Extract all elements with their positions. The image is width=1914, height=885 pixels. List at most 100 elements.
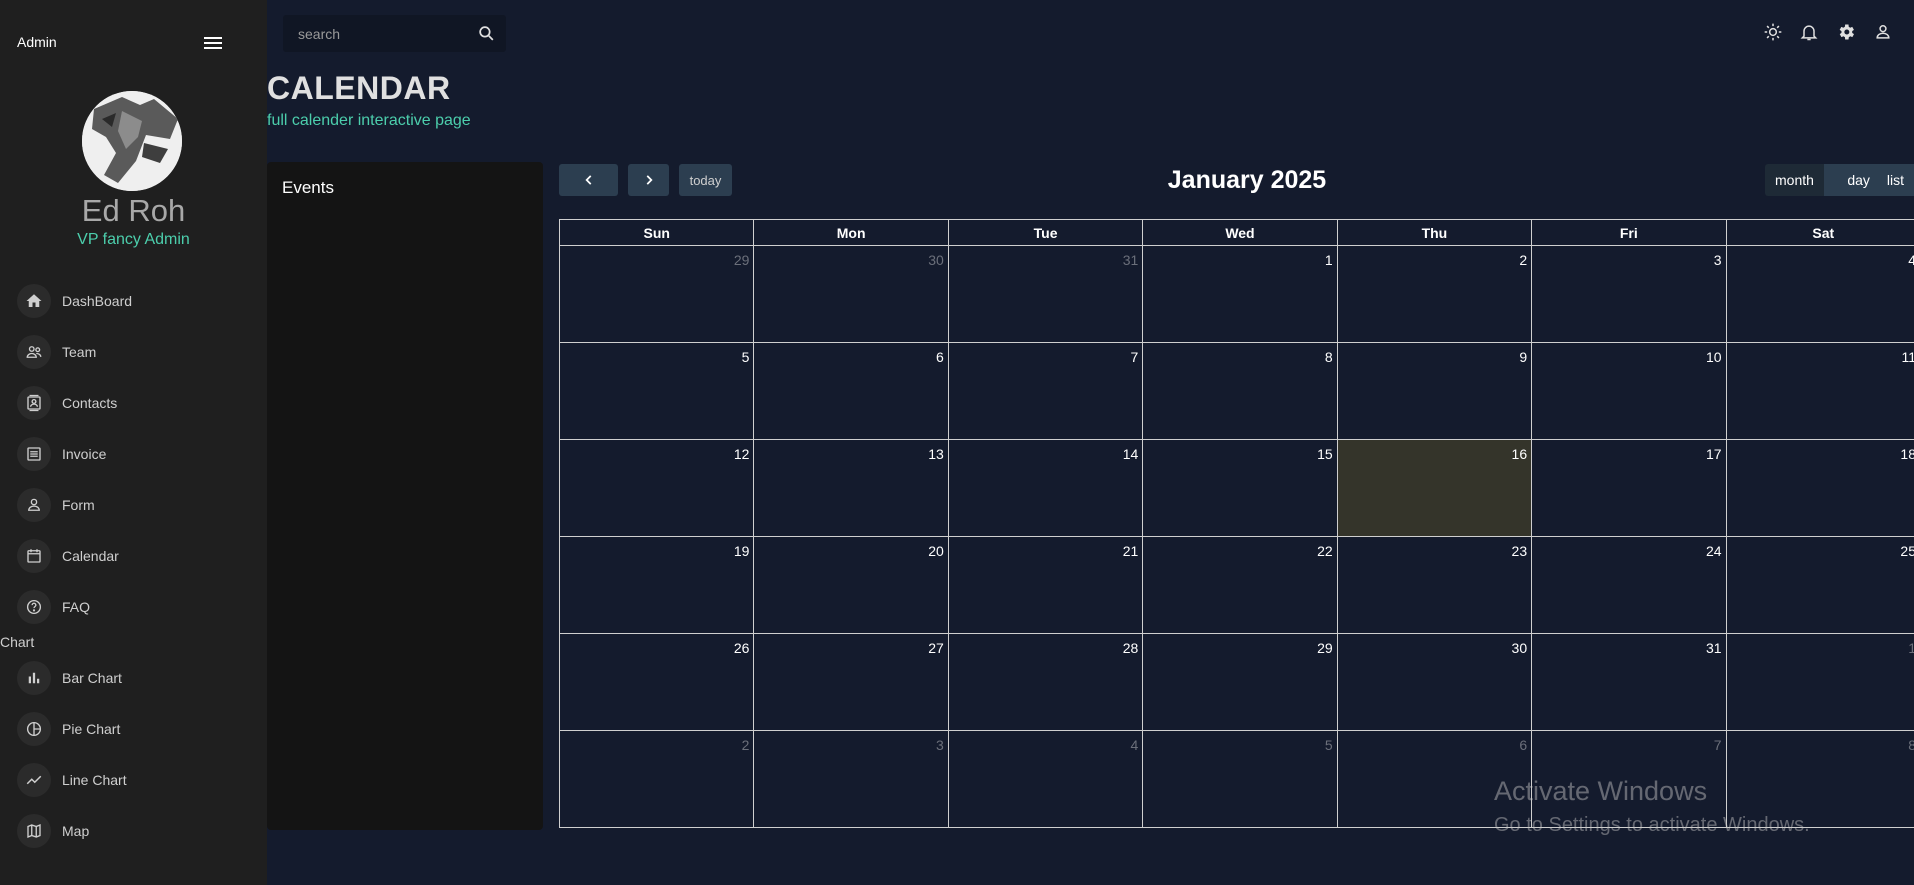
calendar-day-cell[interactable]: 18 [1725, 439, 1914, 537]
calendar-day-cell[interactable]: 13 [753, 439, 949, 537]
calendar-day-cell[interactable]: 2 [558, 730, 755, 828]
search-input[interactable] [283, 25, 468, 42]
view-month-button[interactable]: month [1765, 164, 1824, 196]
sidebar-item-map[interactable]: Map [17, 813, 89, 849]
calendar-title: January 2025 [1167, 166, 1327, 194]
page-subtitle: full calender interactive page [267, 112, 471, 129]
calendar-day-cell[interactable]: 30 [753, 245, 949, 343]
calendar-day-cell[interactable]: 22 [1142, 536, 1338, 634]
calendar-day-cell[interactable]: 30 [1336, 633, 1533, 731]
sidebar-item-label: Team [62, 344, 97, 360]
calendar-day-cell[interactable]: 10 [1531, 342, 1727, 440]
calendar-day-cell[interactable]: 3 [753, 730, 949, 828]
calendar-day-cell[interactable]: 2 [1336, 245, 1533, 343]
profile-icon[interactable] [1873, 22, 1893, 42]
weekday-header: Thu [1336, 219, 1533, 246]
calendar-day-cell[interactable]: 27 [753, 633, 949, 731]
invoice-icon [17, 437, 51, 471]
sidebar-item-pie-chart[interactable]: Pie Chart [17, 711, 120, 747]
notifications-icon[interactable] [1799, 22, 1819, 42]
calendar-day-cell[interactable]: 7 [947, 342, 1144, 440]
calendar-day-cell[interactable]: 16 [1336, 439, 1533, 537]
settings-icon[interactable] [1836, 22, 1856, 42]
chevron-right-icon [646, 175, 653, 185]
sidebar-item-faq[interactable]: FAQ [17, 589, 90, 625]
map-icon [17, 814, 51, 848]
sidebar-item-line-chart[interactable]: Line Chart [17, 762, 127, 798]
calendar-week-row: 29 30 31 1 2 3 4 [558, 245, 1914, 343]
sidebar-item-label: Contacts [62, 395, 118, 411]
help-icon [17, 590, 51, 624]
weekday-header: Sun [558, 219, 755, 246]
next-button[interactable] [628, 164, 669, 196]
view-list-button[interactable]: list [1874, 164, 1914, 196]
weekday-header: Sat [1725, 219, 1914, 246]
calendar-day-cell[interactable]: 15 [1142, 439, 1338, 537]
sidebar-item-form[interactable]: Form [17, 487, 95, 523]
sidebar-item-label: FAQ [62, 599, 91, 615]
calendar-day-cell[interactable]: 31 [1531, 633, 1727, 731]
page-title: CALENDAR [267, 70, 451, 106]
calendar-week-row: 5 6 7 8 9 10 11 [558, 342, 1914, 440]
calendar-day-cell[interactable]: 17 [1531, 439, 1727, 537]
calendar-day-cell[interactable]: 21 [947, 536, 1144, 634]
calendar-day-cell[interactable]: 28 [947, 633, 1144, 731]
person-icon [17, 488, 51, 522]
calendar-day-cell[interactable]: 23 [1336, 536, 1533, 634]
weekday-header: Tue [947, 219, 1144, 246]
calendar-day-cell[interactable]: 24 [1531, 536, 1727, 634]
calendar-week-row: 2345678 [558, 730, 1914, 828]
calendar-day-cell[interactable]: 5 [1142, 730, 1338, 828]
calendar-icon [17, 539, 51, 573]
calendar-day-cell[interactable]: 11 [1725, 342, 1914, 440]
calendar-day-cell[interactable]: 29 [1142, 633, 1338, 731]
bar-chart-icon [17, 661, 51, 695]
calendar-day-cell[interactable]: 9 [1336, 342, 1533, 440]
sidebar-item-contacts[interactable]: Contacts [17, 385, 117, 421]
weekday-header-row: Sun Mon Tue Wed Thu Fri Sat [558, 219, 1914, 246]
sidebar-item-invoice[interactable]: Invoice [17, 436, 106, 472]
weekday-header: Wed [1142, 219, 1338, 246]
calendar-day-cell[interactable]: 8 [1142, 342, 1338, 440]
calendar-day-cell[interactable]: 14 [947, 439, 1144, 537]
user-name: Ed Roh [81, 193, 186, 228]
calendar-day-cell[interactable]: 12 [558, 439, 755, 537]
calendar-day-cell[interactable]: 1 [1725, 633, 1914, 731]
weekday-header: Fri [1531, 219, 1727, 246]
user-role: VP fancy Admin [77, 231, 190, 248]
sidebar-item-label: Bar Chart [62, 670, 122, 686]
calendar-day-cell[interactable]: 5 [558, 342, 755, 440]
view-day-button[interactable]: day [1823, 164, 1875, 196]
menu-icon[interactable] [204, 37, 222, 53]
calendar-day-cell[interactable]: 29 [558, 245, 755, 343]
calendar-day-cell[interactable]: 19 [558, 536, 755, 634]
home-icon [17, 284, 51, 318]
light-mode-icon[interactable] [1763, 22, 1783, 42]
calendar-day-cell[interactable]: 8 [1725, 730, 1914, 828]
view-switcher: month day list [1765, 164, 1914, 196]
calendar-day-cell[interactable]: 26 [558, 633, 755, 731]
calendar-day-cell[interactable]: 31 [947, 245, 1144, 343]
calendar-day-cell[interactable]: 20 [753, 536, 949, 634]
sidebar-item-calendar[interactable]: Calendar [17, 538, 119, 574]
calendar-day-cell[interactable]: 6 [753, 342, 949, 440]
sidebar-item-label: DashBoard [62, 293, 133, 309]
sidebar-header: Admin [17, 34, 57, 50]
calendar-day-cell[interactable]: 25 [1725, 536, 1914, 634]
calendar-day-cell[interactable]: 1 [1142, 245, 1338, 343]
today-button[interactable]: today [679, 164, 732, 196]
sidebar-item-dashboard[interactable]: DashBoard [17, 283, 132, 319]
prev-button[interactable] [559, 164, 618, 196]
search-icon[interactable] [477, 24, 496, 43]
search-bar [283, 15, 506, 52]
calendar-grid: Sun Mon Tue Wed Thu Fri Sat 29 30 31 1 2 3 4 5 6… [558, 219, 1914, 828]
sidebar-item-label: Calendar [62, 548, 119, 564]
sidebar-item-bar-chart[interactable]: Bar Chart [17, 660, 122, 696]
calendar-week-row: 19 20 21 22 23 24 25 [558, 536, 1914, 634]
sidebar-item-team[interactable]: Team [17, 334, 96, 370]
calendar-day-cell[interactable]: 4 [947, 730, 1144, 828]
calendar-day-cell[interactable]: 4 [1725, 245, 1914, 343]
calendar-day-cell[interactable]: 3 [1531, 245, 1727, 343]
sidebar-item-label: Form [62, 497, 95, 513]
contacts-icon [17, 386, 51, 420]
